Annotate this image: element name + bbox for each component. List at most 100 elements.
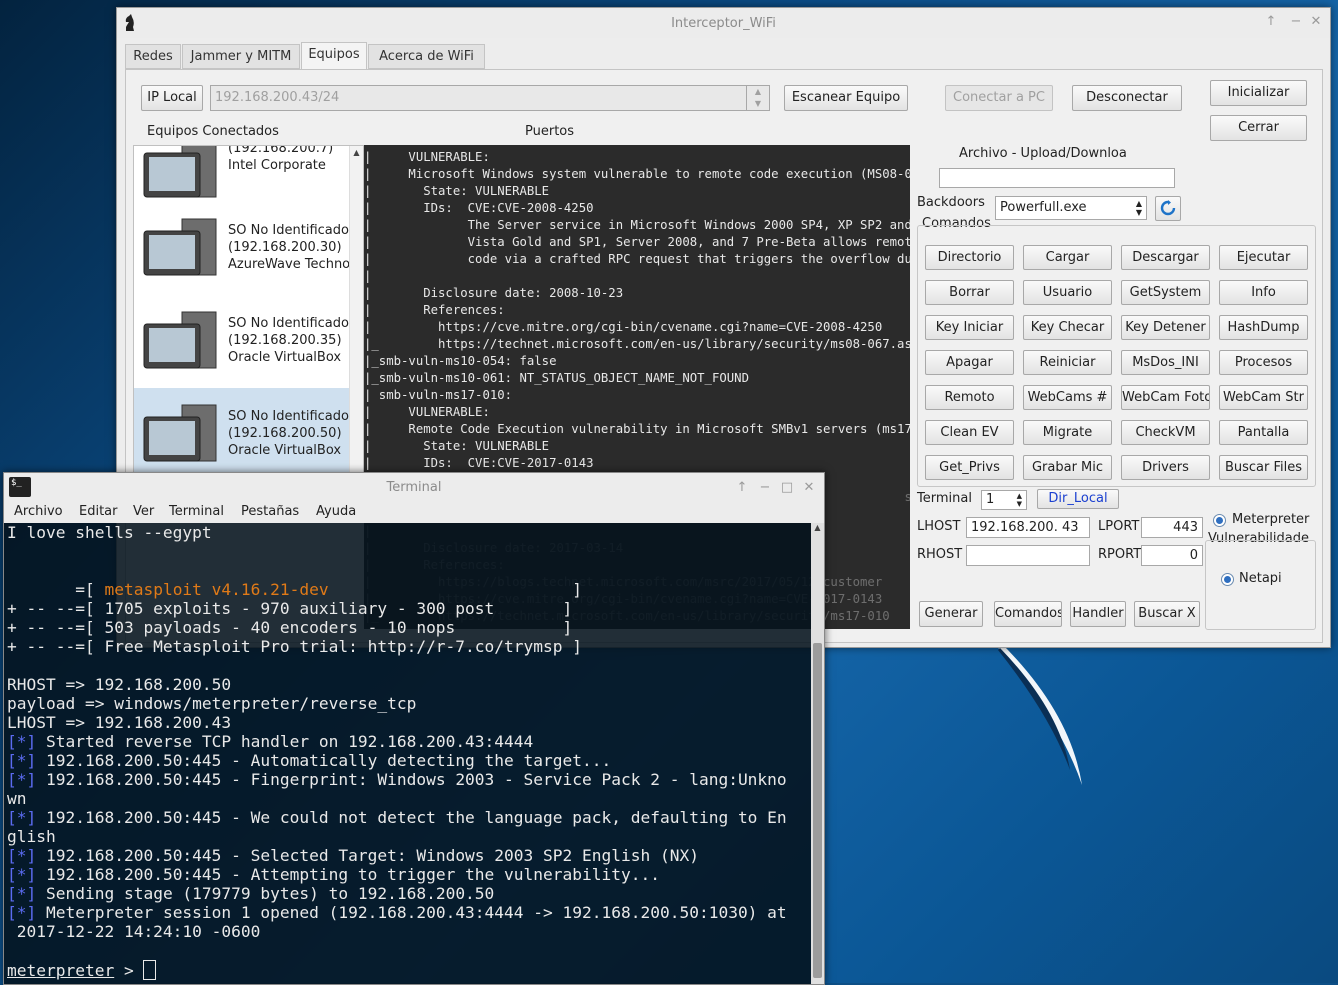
connect-pc-button[interactable]: Conectar a PC xyxy=(945,85,1053,111)
ports-line: | VULNERABLE: xyxy=(364,405,490,419)
file-path-input[interactable] xyxy=(939,168,1175,188)
scan-device-button[interactable]: Escanear Equipo xyxy=(784,85,908,111)
device-list-scrollbar[interactable]: ▲ xyxy=(349,146,363,479)
cmd-webcams-button[interactable]: WebCams # xyxy=(1023,385,1112,410)
ip-address-field[interactable]: 192.168.200.43/24 xyxy=(210,85,768,111)
cmd-checkvm-button[interactable]: CheckVM xyxy=(1121,420,1210,445)
lhost-input[interactable]: 192.168.200. 43 xyxy=(966,517,1090,538)
device-list[interactable]: (192.168.200.7) Intel Corporate SO No Id… xyxy=(133,145,364,480)
cmd-ejecutar-button[interactable]: Ejecutar xyxy=(1219,245,1308,270)
comandos-button[interactable]: Comandos xyxy=(994,601,1062,627)
cmd-key-iniciar-button[interactable]: Key Iniciar xyxy=(925,315,1014,340)
cmd-cargar-button[interactable]: Cargar xyxy=(1023,245,1112,270)
disconnect-button[interactable]: Desconectar xyxy=(1072,85,1182,111)
maximize-icon[interactable]: ↑ xyxy=(1263,14,1279,30)
menu-archivo[interactable]: Archivo xyxy=(14,504,63,519)
menu-ayuda[interactable]: Ayuda xyxy=(316,504,356,519)
window-titlebar[interactable]: Interceptor_WiFi ↑ − ✕ xyxy=(117,8,1330,38)
cmd-clean-ev-button[interactable]: Clean EV xyxy=(925,420,1014,445)
cmd-apagar-button[interactable]: Apagar xyxy=(925,350,1014,375)
ports-line: | VULNERABLE: xyxy=(364,150,490,164)
tab-acerca-wifi[interactable]: Acerca de WiFi xyxy=(368,44,485,69)
terminal-scroll-up-icon[interactable]: ▲ xyxy=(811,523,824,532)
device-os: SO No Identificado xyxy=(228,223,349,238)
cmd-grabar-mic-button[interactable]: Grabar Mic xyxy=(1023,455,1112,480)
terminal-line: [*] Sending stage (179779 bytes) to 192.… xyxy=(7,884,495,903)
meterpreter-radio[interactable] xyxy=(1213,514,1226,527)
device-item[interactable]: SO No Identificado (192.168.200.35) Orac… xyxy=(134,295,349,387)
tab-redes[interactable]: Redes xyxy=(125,44,181,69)
cmd-descargar-button[interactable]: Descargar xyxy=(1121,245,1210,270)
ports-line: | Remote Code Execution vulnerability in… xyxy=(364,422,910,436)
cmd-usuario-button[interactable]: Usuario xyxy=(1023,280,1112,305)
cmd-webcam-foto-button[interactable]: WebCam Foto xyxy=(1121,385,1210,410)
ip-local-button[interactable]: IP Local xyxy=(141,85,203,111)
menu-pestanas[interactable]: Pestañas xyxy=(241,504,299,519)
generate-button[interactable]: Generar xyxy=(919,601,983,627)
minimize-icon[interactable]: − xyxy=(1288,14,1304,30)
terminal-text: I love shells --egypt =[ metasploit v4.1… xyxy=(4,523,810,980)
netapi-radio[interactable] xyxy=(1221,573,1234,586)
cmd-key-detener-button[interactable]: Key Detener xyxy=(1121,315,1210,340)
computer-icon xyxy=(143,311,217,369)
terminal-titlebar[interactable]: $_ Terminal ↑ − □ ✕ xyxy=(4,473,824,501)
terminal-label: Terminal xyxy=(917,491,972,506)
ports-line: | IDs: CVE:CVE-2008-4250 xyxy=(364,201,594,215)
buscar-x-button[interactable]: Buscar X xyxy=(1134,601,1200,627)
meterpreter-label: Meterpreter xyxy=(1232,512,1310,527)
menu-ver[interactable]: Ver xyxy=(133,504,154,519)
terminal-output[interactable]: I love shells --egypt =[ metasploit v4.1… xyxy=(4,523,810,984)
cmd-directorio-button[interactable]: Directorio xyxy=(925,245,1014,270)
rhost-input[interactable] xyxy=(966,545,1090,566)
dir-local-button[interactable]: Dir_Local xyxy=(1037,489,1119,509)
refresh-button[interactable] xyxy=(1155,196,1181,221)
handler-button[interactable]: Handler xyxy=(1070,601,1126,627)
terminal-restore-icon[interactable]: □ xyxy=(779,480,795,496)
cmd-info-button[interactable]: Info xyxy=(1219,280,1308,305)
cmd-msdos-ini-button[interactable]: MsDos_INI xyxy=(1121,350,1210,375)
ports-line: | code via a crafted RPC request that tr… xyxy=(364,252,910,266)
menu-editar[interactable]: Editar xyxy=(79,504,118,519)
cmd-remoto-button[interactable]: Remoto xyxy=(925,385,1014,410)
terminal-line: glish xyxy=(7,827,56,846)
terminal-close-icon[interactable]: ✕ xyxy=(801,480,817,496)
terminal-minimize-icon[interactable]: − xyxy=(757,480,773,496)
cmd-hashdump-button[interactable]: HashDump xyxy=(1219,315,1308,340)
close-icon[interactable]: ✕ xyxy=(1308,14,1324,30)
terminal-menubar: Archivo Editar Ver Terminal Pestañas Ayu… xyxy=(4,501,824,523)
lport-input[interactable]: 443 xyxy=(1141,517,1203,538)
terminal-scrollbar[interactable]: ▲ xyxy=(811,523,824,984)
terminal-line: [*] 192.168.200.50:445 - Fingerprint: Wi… xyxy=(7,770,787,789)
device-item[interactable]: SO No Identificado (192.168.200.30) Azur… xyxy=(134,202,349,294)
terminal-scroll-thumb[interactable] xyxy=(813,643,822,978)
menu-terminal[interactable]: Terminal xyxy=(169,504,224,519)
ports-line: | Disclosure date: 2008-10-23 xyxy=(364,286,624,300)
terminal-maximize-icon[interactable]: ↑ xyxy=(734,480,750,496)
close-button[interactable]: Cerrar xyxy=(1210,115,1307,141)
ip-spinner-arrows[interactable]: ▲ ▼ xyxy=(746,85,770,111)
cmd-webcam-str-button[interactable]: WebCam Str xyxy=(1219,385,1308,410)
scroll-up-icon[interactable]: ▲ xyxy=(350,148,363,157)
device-item-selected[interactable]: SO No Identificado (192.168.200.50) Orac… xyxy=(134,388,349,479)
cmd-pantalla-button[interactable]: Pantalla xyxy=(1219,420,1308,445)
initialize-button[interactable]: Inicializar xyxy=(1210,80,1307,106)
cmd-key-checar-button[interactable]: Key Checar xyxy=(1023,315,1112,340)
cmd-get-privs-button[interactable]: Get_Privs xyxy=(925,455,1014,480)
cmd-drivers-button[interactable]: Drivers xyxy=(1121,455,1210,480)
terminal-line: meterpreter > xyxy=(7,960,810,980)
terminal-spinbox[interactable]: 1 ▲ ▼ xyxy=(981,490,1027,510)
cmd-buscar-files-button[interactable]: Buscar Files xyxy=(1219,455,1308,480)
device-vendor: Oracle VirtualBox xyxy=(228,443,342,458)
cmd-getsystem-button[interactable]: GetSystem xyxy=(1121,280,1210,305)
cmd-procesos-button[interactable]: Procesos xyxy=(1219,350,1308,375)
rport-input[interactable]: 0 xyxy=(1141,545,1203,566)
device-vendor: Oracle VirtualBox xyxy=(228,350,342,365)
tab-equipos[interactable]: Equipos xyxy=(301,42,367,70)
backdoor-select[interactable]: Powerfull.exe ▲ ▼ xyxy=(995,196,1147,220)
cmd-reiniciar-button[interactable]: Reiniciar xyxy=(1023,350,1112,375)
terminal-line: I love shells --egypt xyxy=(7,523,212,542)
cmd-migrate-button[interactable]: Migrate xyxy=(1023,420,1112,445)
tab-jammer-mitm[interactable]: Jammer y MITM xyxy=(182,44,300,69)
cmd-borrar-button[interactable]: Borrar xyxy=(925,280,1014,305)
